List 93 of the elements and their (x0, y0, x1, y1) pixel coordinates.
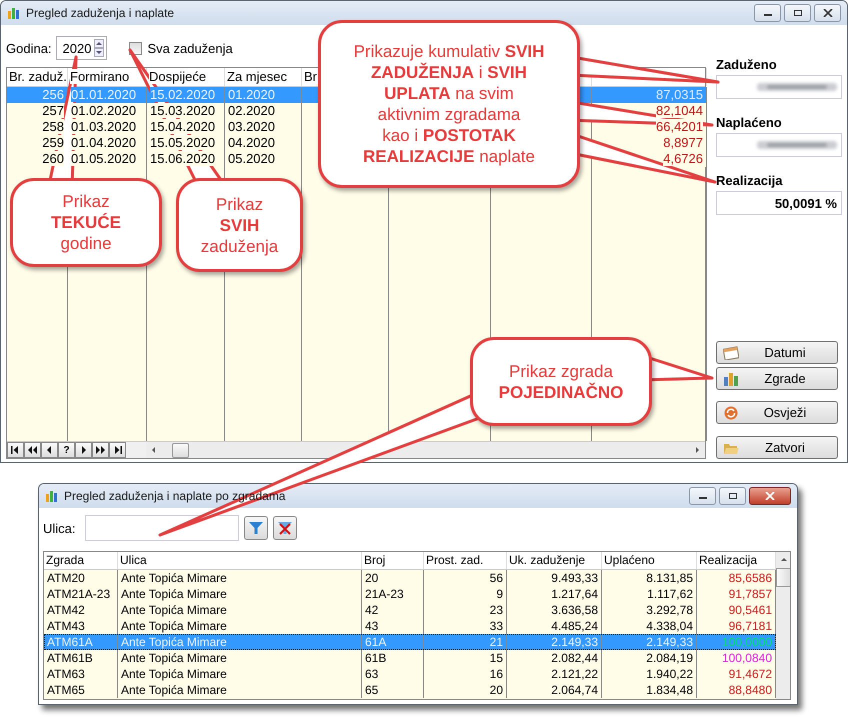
table-cell: 03.2020 (228, 119, 275, 134)
table-cell: 66,4201 (656, 119, 703, 134)
summary-label: Realizacija (716, 173, 784, 188)
table-cell: 01.2020 (228, 87, 275, 102)
table-cell: ATM43 (47, 619, 85, 633)
table-cell: 1.940,22 (646, 667, 693, 681)
table-cell: 85,6586 (728, 571, 772, 585)
table-cell: 01.03.2020 (71, 119, 136, 134)
table-cell: 04.2020 (228, 135, 275, 150)
table-cell: 91,4672 (728, 667, 772, 681)
table-cell: 21 (490, 635, 503, 649)
table-cell: Ante Topića Mimare (121, 603, 227, 617)
year-label: Godina: (6, 40, 52, 56)
table-cell: 42 (365, 603, 378, 617)
table-cell: 8,8977 (663, 135, 703, 150)
table-cell: 1.217,64 (551, 587, 598, 601)
checkbox-label: Sva zaduženja (147, 40, 233, 56)
table-cell: 43 (365, 619, 378, 633)
table-cell: 23 (490, 603, 503, 617)
table-cell: 01.01.2020 (71, 87, 136, 102)
table-cell: 20 (365, 571, 378, 585)
callout-text: Prikazuje kumulativ SVIH ZADUŽENJA i SVIH UPLATA na svim aktivnim zgradama kao i POSTOTAK REALIZACIJE naplate (354, 41, 544, 167)
table-cell: Ante Topića Mimare (121, 651, 227, 665)
table-cell: Ante Topića Mimare (121, 619, 227, 633)
table-cell: 258 (42, 119, 64, 134)
table-cell: 2.121,22 (551, 667, 598, 681)
table-cell: 88,8480 (728, 683, 772, 697)
table-cell: 4.338,04 (646, 619, 693, 633)
table-cell: 257 (42, 103, 64, 118)
table-cell: ATM61A (47, 635, 93, 649)
table-cell: ATM21A-23 (47, 587, 110, 601)
table-cell: 1.117,62 (647, 587, 693, 601)
table-cell: 9 (496, 587, 503, 601)
table-cell: 259 (42, 135, 64, 150)
window-title: Pregled zaduženja i naplate (26, 6, 174, 20)
table-cell: 15.05.2020 (150, 135, 216, 150)
table-cell: 65 (365, 683, 378, 697)
table-cell: ATM65 (47, 683, 85, 697)
callout-text: Prikaz TEKUĆE godine (51, 191, 121, 254)
callout-text: Prikaz SVIH zaduženja (200, 194, 278, 256)
table-cell: 96,7181 (728, 619, 772, 633)
table-cell: 01.04.2020 (71, 135, 136, 150)
table-cell: 9.493,33 (551, 571, 598, 585)
table-cell: 256 (42, 87, 64, 102)
table-cell: 2.149,33 (646, 635, 693, 649)
table-cell: 82,1044 (656, 103, 703, 118)
table-cell: 100,0840 (722, 651, 772, 665)
table-cell: Ante Topića Mimare (121, 667, 227, 681)
table-cell: 2.082,44 (551, 651, 598, 665)
table-cell: 61B (365, 651, 386, 665)
table-cell: 01.02.2020 (71, 103, 136, 118)
table-cell: 260 (42, 151, 64, 166)
table-cell: 33 (490, 619, 503, 633)
table-cell: 2.064,74 (551, 683, 598, 697)
summary-label: Zaduženo (716, 57, 778, 72)
table-cell: 61A (365, 635, 386, 649)
callout-text: Prikaz zgrada POJEDINAČNO (498, 360, 624, 402)
table-cell: 4,6726 (663, 151, 703, 166)
table-cell: 01.05.2020 (71, 151, 136, 166)
table-cell: 3.292,78 (646, 603, 693, 617)
table-cell: 15.06.2020 (150, 151, 216, 166)
table-cell: ATM63 (47, 667, 85, 681)
table-cell: 91,7857 (728, 587, 772, 601)
table-cell: 1.834,48 (646, 683, 693, 697)
table-cell: 87,0315 (656, 87, 703, 102)
table-cell: 05.2020 (228, 151, 275, 166)
table-cell: 56 (490, 571, 503, 585)
table-cell: 16 (490, 667, 503, 681)
summary-field: 50,0091 % (716, 191, 842, 215)
table-cell: 2.149,33 (551, 635, 598, 649)
table-cell: 20 (490, 683, 503, 697)
table-cell: 3.636,58 (551, 603, 598, 617)
table-cell: 15 (490, 651, 503, 665)
table-cell: 15.02.2020 (150, 87, 216, 102)
table-cell: 15.04.2020 (150, 119, 216, 134)
table-cell: 100,0000 (722, 635, 772, 649)
table-cell: Ante Topića Mimare (121, 635, 227, 649)
table-cell: 4.485,24 (551, 619, 598, 633)
table-cell: Ante Topića Mimare (121, 683, 227, 697)
summary-label: Naplaćeno (716, 115, 783, 130)
table-cell: 63 (365, 667, 378, 681)
table-cell: Ante Topića Mimare (121, 587, 227, 601)
table-cell: 2.084,19 (646, 651, 693, 665)
table-cell: 21A-23 (365, 587, 404, 601)
table-cell: 90,5461 (728, 603, 772, 617)
table-cell: ATM61B (47, 651, 93, 665)
table-cell: 15.03.2020 (150, 103, 216, 118)
table-cell: 8.131,85 (646, 571, 693, 585)
table-cell: Ante Topića Mimare (121, 571, 227, 585)
street-label: Ulica: (43, 520, 76, 536)
table-cell: ATM42 (47, 603, 85, 617)
table-cell: ATM20 (47, 571, 85, 585)
table-cell: 02.2020 (228, 103, 275, 118)
